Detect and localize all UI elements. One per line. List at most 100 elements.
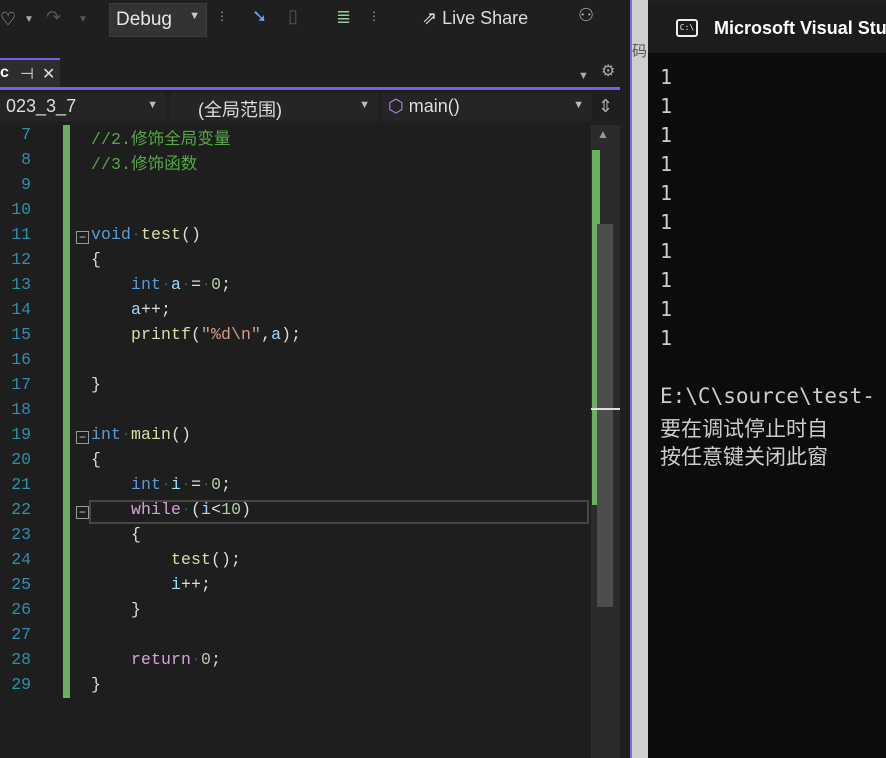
member-dropdown[interactable]: ⬡ main() ▼ bbox=[382, 93, 592, 121]
line-number: 9 bbox=[21, 175, 31, 194]
code-line[interactable]: int·a·=·0; bbox=[91, 275, 231, 294]
indent-icon[interactable]: ≣ bbox=[336, 7, 351, 27]
console-line: 1 bbox=[660, 326, 673, 350]
console-line: 1 bbox=[660, 268, 673, 292]
line-number: 15 bbox=[11, 325, 31, 344]
vertical-scrollbar[interactable]: ▲ bbox=[591, 125, 620, 758]
code-token: · bbox=[181, 475, 192, 494]
git-icon[interactable]: ♡ bbox=[0, 9, 16, 29]
code-line[interactable]: int·i·=·0; bbox=[91, 475, 231, 494]
code-token: ( bbox=[191, 325, 202, 344]
code-token: · bbox=[191, 650, 202, 669]
member-label: main() bbox=[408, 96, 460, 116]
console-line: 1 bbox=[660, 123, 673, 147]
bookmark-icon[interactable]: ▯ bbox=[288, 6, 298, 26]
toolbar-overflow-icon-2[interactable]: ⋮ bbox=[368, 6, 380, 26]
fold-toggle-icon[interactable]: − bbox=[76, 231, 89, 244]
scroll-up-icon[interactable]: ▲ bbox=[597, 127, 609, 141]
project-dropdown[interactable]: 023_3_7 ▼ bbox=[0, 93, 166, 121]
scroll-thumb[interactable] bbox=[597, 224, 613, 607]
undo-dropdown-icon[interactable]: ▼ bbox=[24, 10, 34, 30]
code-token: int bbox=[91, 425, 122, 444]
code-token: a bbox=[271, 325, 282, 344]
code-line[interactable]: { bbox=[91, 525, 141, 544]
tab-list-dropdown-icon[interactable]: ▼ bbox=[578, 66, 589, 86]
code-token: · bbox=[161, 275, 172, 294]
code-token: 0 bbox=[211, 275, 222, 294]
code-line[interactable]: } bbox=[91, 600, 141, 619]
gear-icon[interactable]: ⚙ bbox=[601, 62, 615, 82]
code-token: (); bbox=[211, 550, 242, 569]
code-token: ++; bbox=[181, 575, 212, 594]
console-line: 1 bbox=[660, 239, 673, 263]
code-line[interactable]: //3.修饰函数 bbox=[91, 150, 197, 174]
redo-icon[interactable]: ↷ bbox=[46, 7, 61, 27]
code-token: main bbox=[131, 425, 172, 444]
console-title-bar[interactable]: C:\ Microsoft Visual Stud bbox=[648, 5, 886, 53]
code-token: ; bbox=[211, 650, 222, 669]
code-line[interactable]: a++; bbox=[91, 300, 171, 319]
line-number: 11 bbox=[11, 225, 31, 244]
code-line[interactable]: } bbox=[91, 375, 101, 394]
code-line[interactable]: test(); bbox=[91, 550, 241, 569]
code-token: = bbox=[191, 275, 202, 294]
code-line[interactable]: } bbox=[91, 675, 101, 694]
redo-dropdown-icon[interactable]: ▼ bbox=[78, 10, 88, 30]
chevron-down-icon: ▼ bbox=[359, 99, 370, 111]
code-token: a bbox=[171, 275, 182, 294]
console-window[interactable]: C:\ Microsoft Visual Stud 1 1 1 1 1 1 1 1 1 1 E:\C… bbox=[648, 5, 886, 758]
pin-icon[interactable]: ⊣ bbox=[20, 64, 34, 84]
code-editor[interactable]: 7//2.修饰全局变量 8//3.修饰函数 9 10 11 void·test() −12{… bbox=[0, 125, 590, 758]
tab-row: c ⊣ ✕ ▼ ⚙ bbox=[0, 58, 620, 90]
code-token: { bbox=[91, 250, 102, 269]
line-number: 19 bbox=[11, 425, 31, 444]
code-token: ; bbox=[221, 275, 232, 294]
code-token: a bbox=[131, 300, 142, 319]
code-token: · bbox=[121, 425, 132, 444]
code-token: printf bbox=[131, 325, 192, 344]
line-number: 28 bbox=[11, 650, 31, 669]
code-line[interactable]: //2.修饰全局变量 bbox=[91, 125, 231, 149]
live-share-button[interactable]: ⇗ Live Share bbox=[422, 8, 528, 29]
code-line[interactable]: i++; bbox=[91, 575, 211, 594]
line-number: 22 bbox=[11, 500, 31, 519]
code-line[interactable]: { bbox=[91, 250, 101, 269]
line-number: 20 bbox=[11, 450, 31, 469]
line-number: 29 bbox=[11, 675, 31, 694]
console-footer-line: 要在调试停止时自 bbox=[660, 416, 828, 441]
fold-toggle-icon[interactable]: − bbox=[76, 506, 89, 519]
code-token: return bbox=[131, 650, 192, 669]
code-token: () bbox=[171, 425, 192, 444]
background-window: 码 bbox=[632, 0, 648, 758]
code-token: ++; bbox=[141, 300, 172, 319]
tab-source-file[interactable]: c ⊣ ✕ bbox=[0, 58, 60, 87]
code-line[interactable]: printf("%d\n",a); bbox=[91, 325, 301, 344]
code-line[interactable]: void·test() bbox=[91, 225, 201, 244]
fold-toggle-icon[interactable]: − bbox=[76, 431, 89, 444]
toolbar-overflow-icon[interactable]: ⋮ bbox=[216, 6, 228, 26]
pointer-select-icon[interactable]: ➘ bbox=[252, 6, 267, 26]
scope-dropdown[interactable]: (全局范围) ▼ bbox=[170, 93, 378, 121]
code-token: int bbox=[131, 275, 162, 294]
line-number: 24 bbox=[11, 550, 31, 569]
console-line: 1 bbox=[660, 94, 673, 118]
line-number: 27 bbox=[11, 625, 31, 644]
close-icon[interactable]: ✕ bbox=[42, 64, 55, 84]
code-token: void bbox=[91, 225, 132, 244]
console-title: Microsoft Visual Stud bbox=[714, 18, 886, 38]
split-icon[interactable]: ⇕ bbox=[598, 96, 613, 116]
line-number: 21 bbox=[11, 475, 31, 494]
code-line[interactable]: return·0; bbox=[91, 650, 221, 669]
configuration-dropdown[interactable]: Debug ▼ bbox=[109, 3, 207, 37]
feedback-icon[interactable]: ⚇ bbox=[578, 5, 594, 25]
line-number: 16 bbox=[11, 350, 31, 369]
code-line[interactable]: int·main() bbox=[91, 425, 191, 444]
console-line: 1 bbox=[660, 152, 673, 176]
code-line[interactable]: { bbox=[91, 450, 101, 469]
code-token: i bbox=[171, 575, 182, 594]
line-number: 14 bbox=[11, 300, 31, 319]
